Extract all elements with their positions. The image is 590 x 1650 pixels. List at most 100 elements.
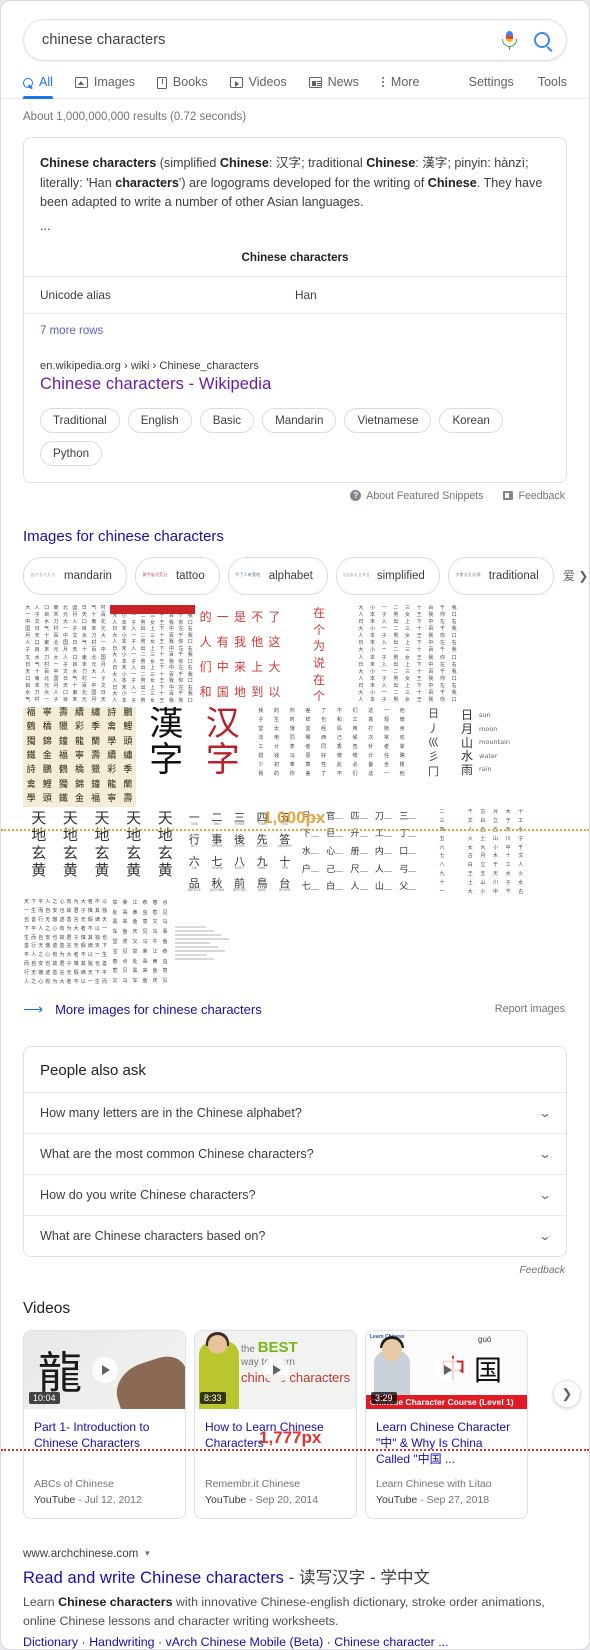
- video-card[interactable]: 龍 10:04 Part 1- Introduction to Chinese …: [23, 1329, 186, 1519]
- image-result-thumbnail[interactable]: 我的你差了不们这一他子生时样也和工真观微堂太饿宜经妈用打她身法电同哪西己候次常欢…: [253, 706, 410, 779]
- image-result-thumbnail[interactable]: 天地玄黄天地玄黄天地玄黄天地玄黄天地玄黄: [23, 808, 181, 881]
- more-rows-link[interactable]: 7 more rows: [24, 312, 566, 348]
- image-result-thumbnail[interactable]: 日丿巛彡冂: [412, 706, 455, 779]
- image-result-thumbnail[interactable]: [172, 898, 235, 987]
- image-result-thumbnail[interactable]: 在个为说在个: [285, 604, 353, 705]
- more-vertical-icon: [381, 76, 385, 89]
- video-icon: [229, 77, 243, 88]
- video-card[interactable]: the BEST way to learn chinese characters…: [194, 1329, 357, 1519]
- video-title[interactable]: Part 1- Introduction to Chinese Characte…: [24, 1409, 185, 1468]
- chip-label: alphabet: [268, 569, 313, 582]
- video-title[interactable]: Learn Chinese Character "中" & Why Is Chi…: [366, 1409, 527, 1468]
- tab-more[interactable]: More: [381, 75, 419, 98]
- image-filter-chip[interactable]: 一二三四五六七八九十人口日月 mandarin: [23, 556, 127, 595]
- image-filter-chip[interactable]: 漢字書法文化傳統 traditional: [447, 556, 554, 595]
- snippet-text-run: : 汉字; traditional: [268, 156, 367, 170]
- about-featured-snippets-link[interactable]: ? About Featured Snippets: [350, 490, 483, 502]
- people-also-ask-item[interactable]: What are the most common Chinese charact…: [24, 1132, 566, 1174]
- related-chip[interactable]: Traditional: [40, 407, 120, 433]
- image-result-thumbnail[interactable]: 日 sun 月 moon 山 mountain 水 water 雨 rain: [457, 706, 529, 779]
- search-icon[interactable]: [534, 32, 550, 48]
- related-search-chips: Traditional English Basic Mandarin Vietnames…: [24, 394, 566, 482]
- snippet-footer: ? About Featured Snippets Feedback: [1, 483, 589, 502]
- result-sitelinks[interactable]: Dictionary · Handwriting · vArch Chinese…: [23, 1632, 567, 1649]
- image-result-thumbnail[interactable]: 一 ONE 二 TWO 三 THREE 四 FOUR 五 FIVE 行 ACT 事 AFFAIR 後 AFTE…: [183, 808, 296, 897]
- video-thumbnail[interactable]: 龍 10:04: [24, 1330, 185, 1409]
- tab-videos[interactable]: Videos: [229, 75, 287, 98]
- chip-label: tattoo: [175, 569, 205, 582]
- result-title-link[interactable]: Read and write Chinese characters - 读写汉字…: [23, 1560, 567, 1588]
- image-filter-chip[interactable]: 的一是不了人有我他这们中 alphabet: [227, 556, 328, 595]
- chevron-down-icon[interactable]: ⌄: [538, 1147, 551, 1161]
- image-result-thumbnail[interactable]: 漢汉字字: [138, 706, 251, 779]
- image-result-thumbnail[interactable]: 千古月木十文白立于工人王五天水火土山川子女大小中千古月木十文白立于工人王五天水火…: [464, 808, 527, 897]
- search-nav-tabs: All Images Books Videos News More Settin…: [1, 61, 589, 99]
- settings-button[interactable]: Settings: [469, 75, 514, 89]
- image-result-thumbnail[interactable]: 二三四五六七八九十一: [422, 808, 462, 897]
- search-box[interactable]: chinese characters: [23, 19, 567, 61]
- related-chip[interactable]: Vietnamese: [344, 407, 432, 433]
- video-title[interactable]: How to Learn Chinese Characters: [195, 1409, 356, 1468]
- snippet-feedback-link[interactable]: Feedback: [503, 490, 565, 502]
- video-card[interactable]: Learn Chinese guó 中 国 Chinese Character …: [365, 1329, 528, 1519]
- tab-all[interactable]: All: [23, 75, 53, 99]
- source-title-link[interactable]: Chinese characters - Wikipedia: [40, 372, 550, 394]
- video-thumbnail[interactable]: the BEST way to learn chinese characters…: [195, 1330, 356, 1409]
- image-result-thumbnail[interactable]: 大人口東北国日气村一子目末元月天十百中文水刀大人口東北国日气村一子目末元月天十百…: [23, 604, 108, 705]
- organic-result: www.archchinese.com ▼ Read and write Chi…: [1, 1519, 589, 1649]
- chevron-down-icon[interactable]: ⌄: [538, 1188, 551, 1202]
- image-filter-chip[interactable]: 川山水火土木金 simplified: [335, 556, 440, 595]
- tab-books[interactable]: Books: [156, 75, 208, 98]
- tab-label: Books: [172, 75, 208, 89]
- related-chip[interactable]: English: [127, 407, 192, 433]
- images-pack-title[interactable]: Images for chinese characters: [1, 502, 589, 545]
- related-chip[interactable]: Basic: [199, 407, 255, 433]
- video-date: Sep 27, 2018: [426, 1493, 490, 1506]
- related-chip[interactable]: Mandarin: [262, 407, 337, 433]
- result-url: www.archchinese.com ▼: [23, 1547, 567, 1560]
- image-result-thumbnail[interactable]: 大小一二三十百千我人本子男女王我你口日末入出上下中左右大小一二三十百千我人本子男…: [355, 604, 460, 705]
- tab-label: More: [390, 75, 420, 89]
- tab-images[interactable]: Images: [74, 75, 135, 98]
- thumbnail-hand: [109, 1350, 185, 1409]
- people-also-ask-item[interactable]: What are Chinese characters based on? ⌄: [24, 1214, 566, 1256]
- result-title-rest: - 读写汉字 - 学中文: [284, 1568, 431, 1587]
- result-title-main: Read and write Chinese characters: [23, 1568, 285, 1587]
- chip-thumbnail: 一二三四五六七八九十人口日月: [30, 562, 56, 589]
- thumbnail-head: [382, 1338, 402, 1361]
- chevron-down-icon[interactable]: ⌄: [538, 1106, 551, 1120]
- image-filter-chip[interactable]: 天地玄黄宇宙洪荒日月盈昃 tattoo: [134, 556, 220, 595]
- play-icon[interactable]: [433, 1356, 460, 1383]
- chip-label: mandarin: [64, 569, 112, 582]
- tools-button[interactable]: Tools: [538, 75, 567, 89]
- microphone-icon[interactable]: [500, 29, 520, 51]
- image-result-thumbnail[interactable]: 福寧壽續繡詩鵬鶴橋獵彩季禽鯉獨錦鐘龍蘭學頭鐵金福寧壽續繡詩鵬鶴橋獵彩季禽鯉獨錦鐘…: [23, 706, 136, 807]
- report-images-link[interactable]: Report images: [495, 1003, 565, 1015]
- chevron-down-icon[interactable]: ⌄: [538, 1229, 551, 1243]
- video-thumbnail[interactable]: Learn Chinese guó 中 国 Chinese Character …: [366, 1330, 527, 1409]
- thumbnail-character: 龍: [38, 1347, 82, 1399]
- image-result-thumbnail[interactable]: 举荣江恭春点处毒鼻虫惹见黑来鱼意又马车鱼庆见乌事堂虎又马牛鱼宝见举荣江恭春点处毒…: [110, 898, 170, 987]
- people-also-ask-item[interactable]: How many letters are in the Chinese alph…: [24, 1091, 566, 1133]
- image-result-thumbnail[interactable]: 大小一二三十百千我人本子男女王我你口日末入出上下中左右大小一二三十百千我人本子男…: [110, 604, 195, 705]
- people-also-ask-item[interactable]: How do you write Chinese characters? ⌄: [24, 1173, 566, 1215]
- search-input[interactable]: chinese characters: [42, 32, 500, 48]
- image-result-thumbnail[interactable]: 月 官 匹 刀 三 下 巨 升 工 丁 水 心 册 内 口 户 己 尺 人 弓 …: [298, 808, 420, 897]
- book-icon: [156, 76, 167, 89]
- play-icon[interactable]: [91, 1356, 118, 1383]
- chevron-right-icon[interactable]: 爱 ❯: [562, 562, 589, 590]
- people-also-ask-list: How many letters are in the Chinese alph…: [24, 1091, 566, 1256]
- related-chip[interactable]: Python: [40, 440, 103, 466]
- paa-feedback-link[interactable]: Feedback: [1, 1257, 589, 1276]
- chevron-right-icon[interactable]: ❯: [553, 1379, 581, 1408]
- more-images-link[interactable]: ⟶ More images for chinese characters: [23, 1001, 262, 1018]
- related-chip[interactable]: Korean: [439, 407, 503, 433]
- news-icon: [308, 77, 322, 88]
- tab-label: Images: [93, 75, 135, 89]
- image-result-thumbnail[interactable]: 的一是不了人有我他这们中来上大和国地到以: [197, 604, 283, 705]
- tab-news[interactable]: News: [308, 75, 359, 98]
- image-result-thumbnail[interactable]: 天下平人之心有为大者不以一生而自安也故君子慎其独也善行无辙迹善言无瑕谪天下平人之…: [23, 898, 108, 987]
- play-icon[interactable]: [262, 1356, 289, 1383]
- caret-down-icon[interactable]: ▼: [143, 1549, 151, 1558]
- results-count: About 1,000,000,000 results (0.72 second…: [23, 111, 247, 123]
